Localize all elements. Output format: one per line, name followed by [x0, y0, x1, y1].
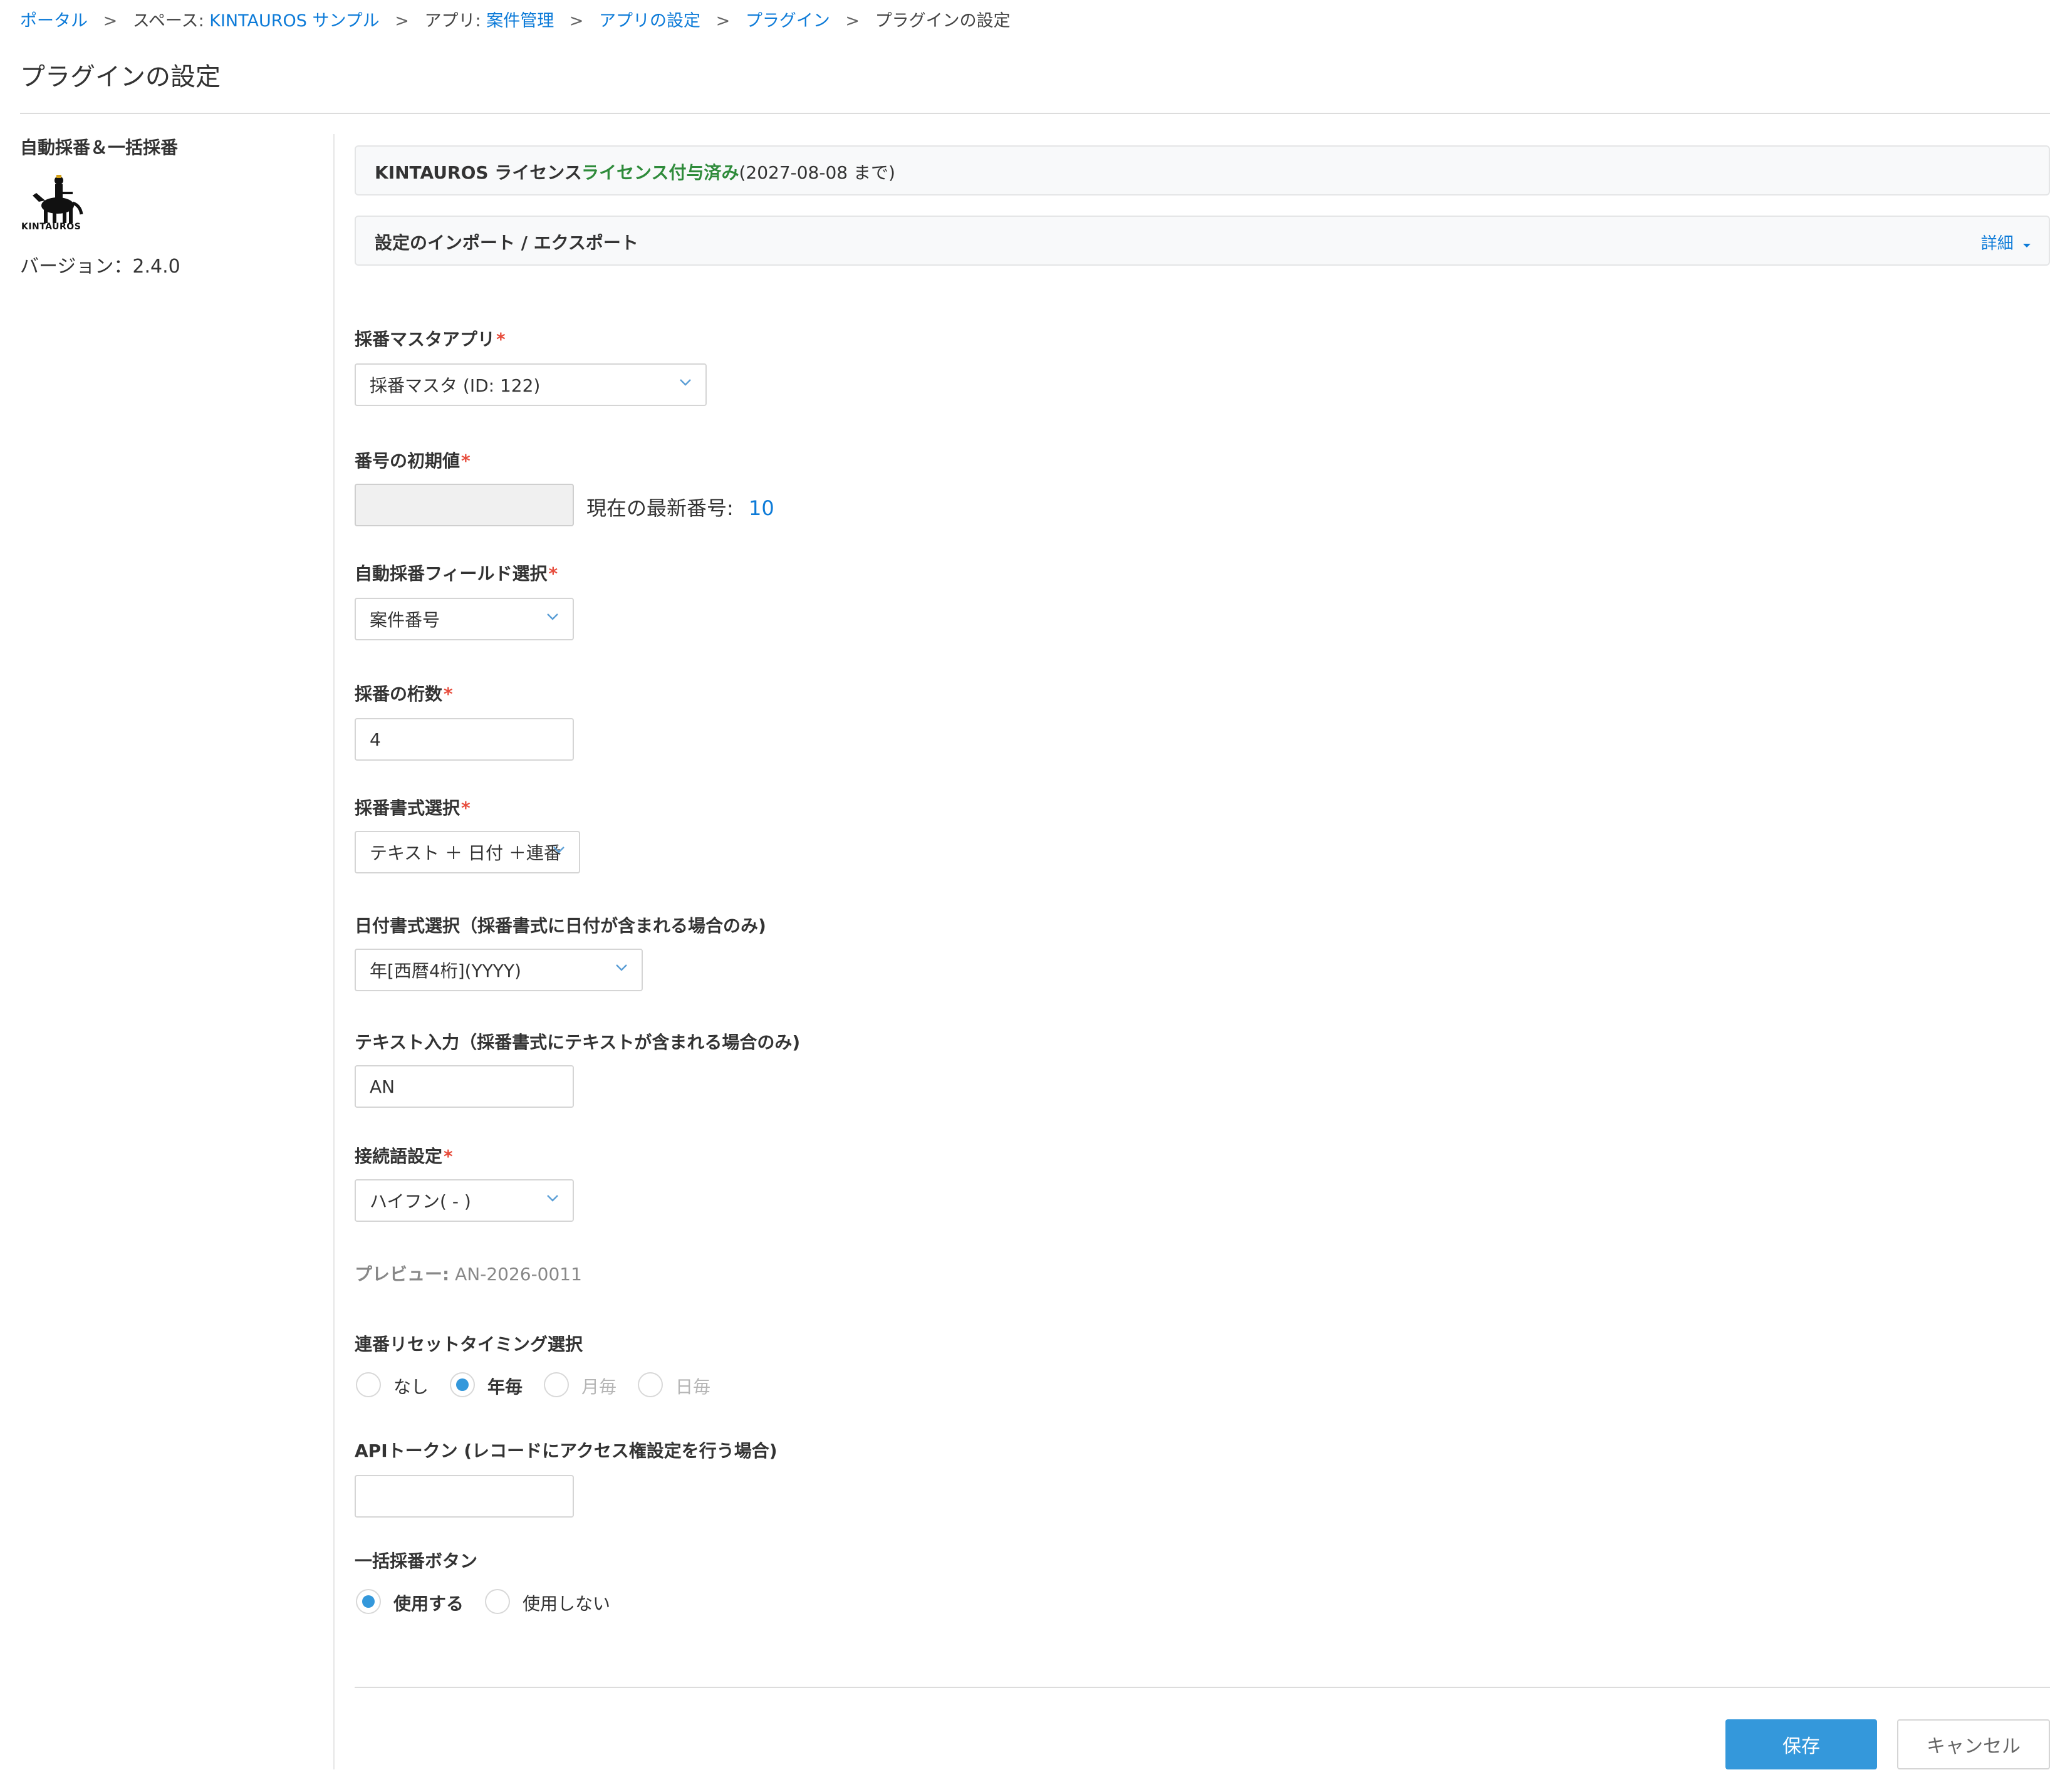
preview-value: AN-2026-0011 [455, 1264, 582, 1284]
breadcrumb-separator: > [103, 11, 118, 31]
reset-none-label: なし [393, 1377, 429, 1397]
text-input-field[interactable]: AN [355, 1065, 574, 1108]
master-app-select[interactable]: 採番マスタ (ID: 122) [355, 363, 707, 406]
text-input-value: AN [370, 1076, 395, 1097]
chevron-down-icon [616, 964, 627, 971]
master-app-value: 採番マスタ (ID: 122) [370, 375, 541, 396]
current-number-value: 10 [748, 496, 774, 520]
title-divider [20, 113, 2050, 114]
breadcrumb-space-prefix: スペース: [132, 11, 204, 31]
breadcrumb-app-prefix: アプリ: [424, 11, 481, 31]
license-label: KINTAUROS ライセンス [375, 162, 582, 183]
page-title: プラグインの設定 [20, 63, 221, 91]
required-mark: * [496, 329, 506, 350]
breadcrumb-separator: > [715, 11, 731, 31]
auto-field-select[interactable]: 案件番号 [355, 598, 574, 640]
bulk-use-label: 使用する [393, 1593, 464, 1614]
reset-monthly-label: 月毎 [581, 1377, 617, 1397]
save-button[interactable]: 保存 [1725, 1719, 1877, 1769]
breadcrumb-app-link[interactable]: 案件管理 [486, 11, 554, 31]
license-expiry: (2027-08-08 まで) [739, 162, 895, 183]
page-title-wrap: プラグインの設定 [20, 56, 221, 93]
date-format-value: 年[西暦4桁](YYYY) [370, 961, 521, 981]
reset-timing-label: 連番リセットタイミング選択 [355, 1334, 583, 1355]
chevron-down-icon [680, 379, 691, 386]
format-label: 採番書式選択* [355, 798, 471, 818]
chevron-down-icon [553, 847, 564, 853]
bulk-use-radio[interactable] [356, 1589, 381, 1614]
digits-label: 採番の桁数* [355, 684, 453, 704]
api-token-label: APIトークン (レコードにアクセス権設定を行う場合) [355, 1440, 778, 1461]
breadcrumb-separator: > [845, 11, 860, 31]
details-label: 詳細 [1980, 234, 2014, 253]
digits-value: 4 [370, 729, 381, 750]
breadcrumb-app-settings-link[interactable]: アプリの設定 [599, 11, 700, 31]
breadcrumb-portal-link[interactable]: ポータル [20, 11, 88, 31]
caret-down-icon [2023, 244, 2031, 247]
text-input-label: テキスト入力（採番書式にテキストが含まれる場合のみ) [355, 1032, 801, 1053]
format-value: テキスト ＋ 日付 ＋連番 [370, 843, 561, 863]
auto-field-value: 案件番号 [370, 610, 440, 630]
current-number-label: 現在の最新番号: [586, 496, 734, 520]
license-panel: KINTAUROS ライセンス ライセンス付与済み(2027-08-08 まで) [355, 145, 2050, 195]
connector-value: ハイフン( - ) [370, 1191, 471, 1212]
plugin-version: バージョン：2.4.0 [20, 256, 180, 278]
cancel-button[interactable]: キャンセル [1897, 1719, 2050, 1769]
auto-field-label: 自動採番フィールド選択* [355, 563, 558, 584]
date-format-label: 日付書式選択（採番書式に日付が含まれる場合のみ) [355, 915, 766, 936]
required-mark: * [461, 451, 471, 471]
required-mark: * [461, 798, 471, 818]
sidebar-divider [333, 134, 335, 1769]
required-mark: * [444, 684, 453, 704]
connector-select[interactable]: ハイフン( - ) [355, 1179, 574, 1222]
breadcrumb-plugins-link[interactable]: プラグイン [746, 11, 830, 31]
license-status: ライセンス付与済み [581, 162, 739, 183]
import-export-panel: 設定のインポート / エクスポート 詳細 [355, 216, 2050, 266]
current-number: 現在の最新番号: 10 [586, 492, 774, 521]
date-format-select[interactable]: 年[西暦4桁](YYYY) [355, 949, 643, 991]
license-info: ライセンス付与済み(2027-08-08 まで) [581, 159, 895, 184]
preview: プレビュー: AN-2026-0011 [355, 1261, 582, 1286]
master-app-label: 採番マスタアプリ* [355, 329, 506, 350]
reset-yearly-radio[interactable] [450, 1372, 475, 1397]
reset-none-radio[interactable] [356, 1372, 381, 1397]
required-mark: * [548, 563, 558, 584]
breadcrumb: ポータル > スペース: KINTAUROS サンプル > アプリ: 案件管理 … [20, 9, 1011, 34]
import-export-label: 設定のインポート / エクスポート [375, 232, 638, 253]
reset-monthly-radio[interactable] [544, 1372, 569, 1397]
reset-daily-label: 日毎 [675, 1377, 711, 1397]
reset-daily-radio[interactable] [638, 1372, 663, 1397]
bulk-button-label: 一括採番ボタン [355, 1551, 478, 1571]
chevron-down-icon [547, 1195, 558, 1202]
details-toggle[interactable]: 詳細 [1981, 231, 2031, 254]
breadcrumb-separator: > [569, 11, 584, 31]
chevron-down-icon [547, 613, 558, 620]
logo-text: KINTAUROS [21, 222, 81, 232]
breadcrumb-space-link[interactable]: KINTAUROS サンプル [209, 11, 379, 31]
required-mark: * [444, 1146, 453, 1167]
connector-label: 接続語設定* [355, 1146, 453, 1167]
format-select[interactable]: テキスト ＋ 日付 ＋連番 [355, 831, 580, 873]
reset-yearly-label: 年毎 [487, 1377, 523, 1397]
initial-value-input[interactable] [355, 484, 574, 526]
digits-input[interactable]: 4 [355, 718, 574, 761]
bulk-not-use-radio[interactable] [485, 1589, 510, 1614]
initial-value-label: 番号の初期値* [355, 451, 471, 471]
preview-label: プレビュー: [355, 1264, 450, 1284]
breadcrumb-separator: > [395, 11, 409, 31]
footer-divider [355, 1687, 2050, 1688]
plugin-name: 自動採番＆一括採番 [20, 137, 179, 158]
api-token-input[interactable] [355, 1475, 574, 1518]
bulk-not-use-label: 使用しない [523, 1593, 611, 1614]
breadcrumb-current: プラグインの設定 [875, 11, 1011, 31]
